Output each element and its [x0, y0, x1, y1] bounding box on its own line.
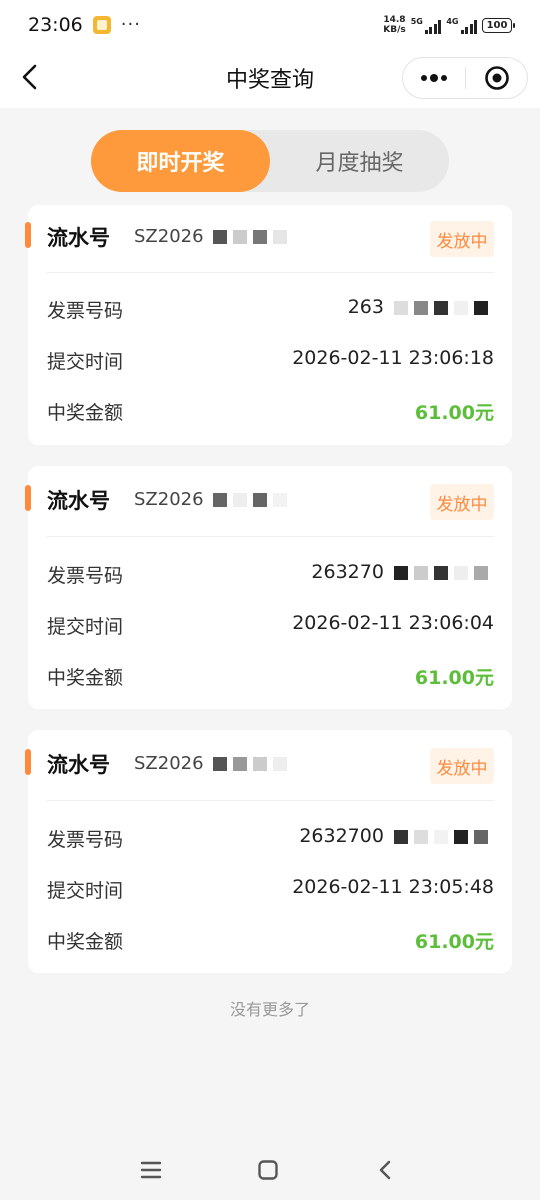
- serial-text: SZ2026: [134, 226, 204, 247]
- target-icon: [484, 66, 509, 90]
- serial-label: 流水号: [47, 753, 110, 777]
- invoice-value: 263270: [311, 561, 494, 583]
- prize-amount-label: 中奖金额: [47, 931, 124, 953]
- card-accent-bar: [25, 485, 31, 511]
- prize-amount-label: 中奖金额: [47, 667, 124, 689]
- menu-icon: [140, 1161, 162, 1179]
- redaction-mosaic: [213, 757, 293, 771]
- signal-4g: 4G: [446, 17, 477, 34]
- serial-label: 流水号: [47, 226, 110, 250]
- prize-amount-value: 61.00元: [414, 931, 494, 953]
- serial-text: SZ2026: [134, 489, 204, 510]
- invoice-value: 2632700: [299, 825, 494, 847]
- redaction-mosaic: [213, 493, 293, 507]
- invoice-value: 263: [348, 296, 494, 318]
- submit-time-value: 2026-02-11 23:06:04: [292, 612, 494, 634]
- prize-record-card[interactable]: 流水号 SZ2026 发放中 发票号码 263270 提交时间 2026-02-…: [25, 466, 512, 709]
- card-divider: [47, 536, 494, 537]
- redaction-mosaic: [213, 230, 293, 244]
- more-icon: [421, 74, 447, 82]
- prize-amount-value: 61.00元: [414, 402, 494, 424]
- serial-value: SZ2026: [134, 753, 293, 774]
- status-bar: 23:06 ··· 14.8 KB/s 5G 4G 100: [0, 0, 540, 50]
- capsule-more-button[interactable]: [403, 58, 465, 98]
- serial-value: SZ2026: [134, 226, 293, 247]
- submit-time-value: 2026-02-11 23:06:18: [292, 347, 494, 369]
- status-badge: 发放中: [430, 748, 494, 784]
- card-divider: [47, 800, 494, 801]
- nav-bar: 中奖查询: [0, 50, 540, 108]
- prize-amount-value: 61.00元: [414, 667, 494, 689]
- tab-monthly-draw[interactable]: 月度抽奖: [270, 130, 449, 192]
- invoice-text: 263: [347, 296, 384, 318]
- invoice-text: 263270: [311, 561, 384, 583]
- network-speed: 14.8 KB/s: [383, 15, 405, 35]
- system-menu-button[interactable]: [137, 1156, 165, 1184]
- network-speed-unit: KB/s: [383, 25, 406, 35]
- mini-program-capsule: [402, 57, 528, 99]
- no-more-text: 没有更多了: [229, 1000, 310, 1019]
- status-badge: 发放中: [430, 221, 494, 257]
- invoice-label: 发票号码: [47, 300, 124, 322]
- home-icon: [258, 1160, 278, 1180]
- status-bar-left: 23:06 ···: [28, 14, 141, 36]
- redaction-mosaic: [394, 300, 494, 315]
- redaction-mosaic: [394, 565, 494, 580]
- prize-record-card[interactable]: 流水号 SZ2026 发放中 发票号码 2632700 提交时间 2026-02…: [25, 730, 512, 973]
- serial-label: 流水号: [47, 489, 110, 513]
- return-icon: [379, 1160, 391, 1180]
- serial-value: SZ2026: [134, 489, 293, 510]
- tab-instant-draw[interactable]: 即时开奖: [91, 130, 270, 192]
- prize-record-card[interactable]: 流水号 SZ2026 发放中 发票号码 263 提交时间 2026-02-11 …: [25, 205, 512, 445]
- status-badge: 发放中: [430, 484, 494, 520]
- invoice-label: 发票号码: [47, 829, 124, 851]
- system-back-button[interactable]: [371, 1156, 399, 1184]
- redaction-mosaic: [394, 829, 494, 844]
- status-bar-right: 14.8 KB/s 5G 4G 100: [383, 15, 515, 35]
- submit-time-label: 提交时间: [47, 351, 124, 373]
- system-home-button[interactable]: [254, 1156, 282, 1184]
- system-nav-bar: [0, 1138, 540, 1200]
- invoice-text: 2632700: [299, 825, 384, 847]
- submit-time-label: 提交时间: [47, 880, 124, 902]
- capsule-close-button[interactable]: [466, 58, 527, 98]
- status-more-dots: ···: [120, 14, 141, 35]
- signal-5g-label: 5G: [410, 16, 423, 26]
- card-accent-bar: [25, 749, 31, 775]
- notification-app-icon: [92, 16, 111, 34]
- signal-5g-icon: [424, 19, 442, 34]
- submit-time-label: 提交时间: [47, 616, 124, 638]
- lottery-type-tabs: 即时开奖 月度抽奖: [91, 130, 449, 192]
- signal-4g-label: 4G: [446, 16, 459, 26]
- invoice-label: 发票号码: [47, 565, 124, 587]
- status-time: 23:06: [28, 14, 83, 36]
- serial-text: SZ2026: [134, 753, 204, 774]
- signal-4g-icon: [460, 19, 477, 34]
- card-accent-bar: [25, 222, 31, 248]
- card-divider: [47, 272, 494, 273]
- signal-5g: 5G: [411, 17, 442, 34]
- submit-time-value: 2026-02-11 23:05:48: [292, 876, 494, 898]
- network-speed-value: 14.8: [383, 15, 406, 25]
- battery-icon: 100: [482, 17, 515, 33]
- prize-amount-label: 中奖金额: [47, 402, 124, 424]
